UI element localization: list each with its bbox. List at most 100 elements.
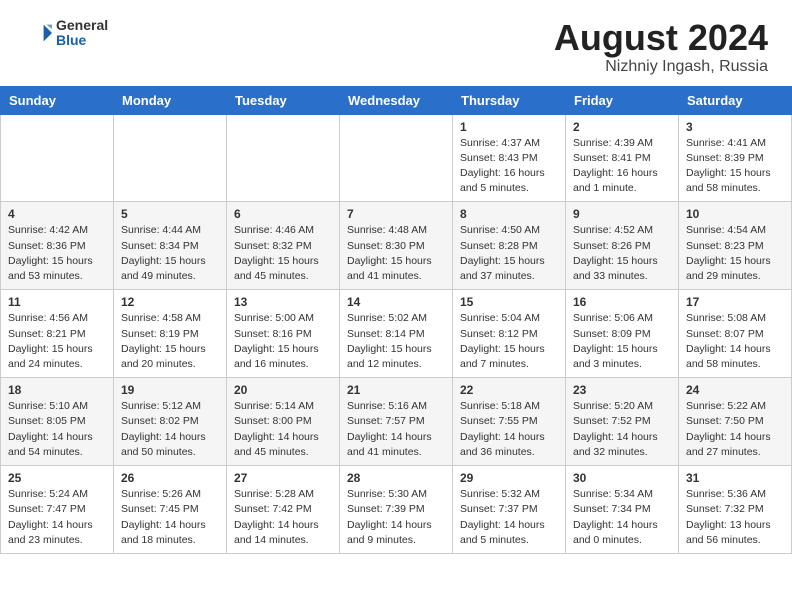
day-info: Sunrise: 4:41 AMSunset: 8:39 PMDaylight:… [686, 136, 784, 197]
day-info: Sunrise: 4:44 AMSunset: 8:34 PMDaylight:… [121, 223, 219, 284]
day-info: Sunrise: 5:06 AMSunset: 8:09 PMDaylight:… [573, 311, 671, 372]
calendar-cell: 30 Sunrise: 5:34 AMSunset: 7:34 PMDayligh… [566, 466, 679, 554]
day-number: 28 [347, 471, 445, 485]
day-info: Sunrise: 4:58 AMSunset: 8:19 PMDaylight:… [121, 311, 219, 372]
day-number: 7 [347, 207, 445, 221]
day-number: 23 [573, 383, 671, 397]
day-number: 15 [460, 295, 558, 309]
col-header-tuesday: Tuesday [227, 86, 340, 114]
day-number: 27 [234, 471, 332, 485]
location: Nizhniy Ingash, Russia [554, 58, 768, 76]
day-info: Sunrise: 5:32 AMSunset: 7:37 PMDaylight:… [460, 487, 558, 548]
day-number: 4 [8, 207, 106, 221]
calendar-cell: 15 Sunrise: 5:04 AMSunset: 8:12 PMDayligh… [453, 290, 566, 378]
calendar-cell: 17Sunrise: 5:08 AMSunset: 8:07 PMDayligh… [679, 290, 792, 378]
day-info: Sunrise: 5:12 AMSunset: 8:02 PMDaylight:… [121, 399, 219, 460]
day-number: 16 [573, 295, 671, 309]
logo-general-text: General [56, 18, 108, 33]
day-number: 26 [121, 471, 219, 485]
day-info: Sunrise: 5:24 AMSunset: 7:47 PMDaylight:… [8, 487, 106, 548]
logo-icon [24, 19, 52, 47]
calendar-cell: 2 Sunrise: 4:39 AMSunset: 8:41 PMDaylight… [566, 114, 679, 202]
day-number: 30 [573, 471, 671, 485]
calendar-header-row: SundayMondayTuesdayWednesdayThursdayFrid… [1, 86, 792, 114]
calendar-cell: 13 Sunrise: 5:00 AMSunset: 8:16 PMDayligh… [227, 290, 340, 378]
day-info: Sunrise: 5:30 AMSunset: 7:39 PMDaylight:… [347, 487, 445, 548]
day-number: 13 [234, 295, 332, 309]
day-info: Sunrise: 5:28 AMSunset: 7:42 PMDaylight:… [234, 487, 332, 548]
day-info: Sunrise: 4:46 AMSunset: 8:32 PMDaylight:… [234, 223, 332, 284]
calendar-cell: 3Sunrise: 4:41 AMSunset: 8:39 PMDaylight… [679, 114, 792, 202]
day-info: Sunrise: 5:10 AMSunset: 8:05 PMDaylight:… [8, 399, 106, 460]
day-number: 24 [686, 383, 784, 397]
day-info: Sunrise: 5:04 AMSunset: 8:12 PMDaylight:… [460, 311, 558, 372]
calendar-cell: 9 Sunrise: 4:52 AMSunset: 8:26 PMDaylight… [566, 202, 679, 290]
calendar-cell: 29 Sunrise: 5:32 AMSunset: 7:37 PMDayligh… [453, 466, 566, 554]
day-info: Sunrise: 5:34 AMSunset: 7:34 PMDaylight:… [573, 487, 671, 548]
calendar-cell: 28 Sunrise: 5:30 AMSunset: 7:39 PMDayligh… [340, 466, 453, 554]
day-number: 31 [686, 471, 784, 485]
day-number: 29 [460, 471, 558, 485]
day-info: Sunrise: 4:52 AMSunset: 8:26 PMDaylight:… [573, 223, 671, 284]
logo: General Blue [24, 18, 108, 49]
col-header-saturday: Saturday [679, 86, 792, 114]
calendar-cell: 11Sunrise: 4:56 AMSunset: 8:21 PMDayligh… [1, 290, 114, 378]
day-info: Sunrise: 5:20 AMSunset: 7:52 PMDaylight:… [573, 399, 671, 460]
calendar-cell: 8 Sunrise: 4:50 AMSunset: 8:28 PMDaylight… [453, 202, 566, 290]
calendar-table: SundayMondayTuesdayWednesdayThursdayFrid… [0, 86, 792, 554]
day-info: Sunrise: 4:50 AMSunset: 8:28 PMDaylight:… [460, 223, 558, 284]
day-number: 20 [234, 383, 332, 397]
calendar-cell: 1 Sunrise: 4:37 AMSunset: 8:43 PMDaylight… [453, 114, 566, 202]
calendar-cell: 18 Sunrise: 5:10 AMSunset: 8:05 PMDayligh… [1, 378, 114, 466]
day-number: 18 [8, 383, 106, 397]
day-info: Sunrise: 4:48 AMSunset: 8:30 PMDaylight:… [347, 223, 445, 284]
day-number: 9 [573, 207, 671, 221]
calendar-cell [340, 114, 453, 202]
day-number: 22 [460, 383, 558, 397]
logo-blue-text: Blue [56, 33, 108, 48]
calendar-cell: 27 Sunrise: 5:28 AMSunset: 7:42 PMDayligh… [227, 466, 340, 554]
day-number: 14 [347, 295, 445, 309]
col-header-wednesday: Wednesday [340, 86, 453, 114]
calendar-cell: 23 Sunrise: 5:20 AMSunset: 7:52 PMDayligh… [566, 378, 679, 466]
day-info: Sunrise: 5:14 AMSunset: 8:00 PMDaylight:… [234, 399, 332, 460]
day-number: 12 [121, 295, 219, 309]
calendar-cell: 5Sunrise: 4:44 AMSunset: 8:34 PMDaylight… [114, 202, 227, 290]
day-number: 8 [460, 207, 558, 221]
logo-text: General Blue [56, 18, 108, 49]
day-info: Sunrise: 5:36 AMSunset: 7:32 PMDaylight:… [686, 487, 784, 548]
col-header-monday: Monday [114, 86, 227, 114]
day-info: Sunrise: 4:37 AMSunset: 8:43 PMDaylight:… [460, 136, 558, 197]
day-number: 21 [347, 383, 445, 397]
calendar-cell: 25Sunrise: 5:24 AMSunset: 7:47 PMDayligh… [1, 466, 114, 554]
calendar-cell: 20 Sunrise: 5:14 AMSunset: 8:00 PMDayligh… [227, 378, 340, 466]
week-row-4: 18 Sunrise: 5:10 AMSunset: 8:05 PMDayligh… [1, 378, 792, 466]
day-info: Sunrise: 5:22 AMSunset: 7:50 PMDaylight:… [686, 399, 784, 460]
calendar-cell: 21Sunrise: 5:16 AMSunset: 7:57 PMDayligh… [340, 378, 453, 466]
day-info: Sunrise: 5:26 AMSunset: 7:45 PMDaylight:… [121, 487, 219, 548]
calendar-cell [227, 114, 340, 202]
col-header-sunday: Sunday [1, 86, 114, 114]
col-header-thursday: Thursday [453, 86, 566, 114]
day-info: Sunrise: 4:42 AMSunset: 8:36 PMDaylight:… [8, 223, 106, 284]
calendar-cell: 4 Sunrise: 4:42 AMSunset: 8:36 PMDaylight… [1, 202, 114, 290]
day-info: Sunrise: 4:54 AMSunset: 8:23 PMDaylight:… [686, 223, 784, 284]
day-number: 6 [234, 207, 332, 221]
calendar-cell: 6 Sunrise: 4:46 AMSunset: 8:32 PMDaylight… [227, 202, 340, 290]
calendar-cell: 14 Sunrise: 5:02 AMSunset: 8:14 PMDayligh… [340, 290, 453, 378]
calendar-cell: 24 Sunrise: 5:22 AMSunset: 7:50 PMDayligh… [679, 378, 792, 466]
day-number: 10 [686, 207, 784, 221]
day-info: Sunrise: 5:00 AMSunset: 8:16 PMDaylight:… [234, 311, 332, 372]
day-number: 2 [573, 120, 671, 134]
week-row-3: 11Sunrise: 4:56 AMSunset: 8:21 PMDayligh… [1, 290, 792, 378]
calendar-cell: 7 Sunrise: 4:48 AMSunset: 8:30 PMDaylight… [340, 202, 453, 290]
day-info: Sunrise: 5:08 AMSunset: 8:07 PMDaylight:… [686, 311, 784, 372]
week-row-2: 4 Sunrise: 4:42 AMSunset: 8:36 PMDaylight… [1, 202, 792, 290]
day-info: Sunrise: 5:02 AMSunset: 8:14 PMDaylight:… [347, 311, 445, 372]
title-block: August 2024 Nizhniy Ingash, Russia [554, 18, 768, 76]
week-row-1: 1 Sunrise: 4:37 AMSunset: 8:43 PMDaylight… [1, 114, 792, 202]
day-number: 1 [460, 120, 558, 134]
day-info: Sunrise: 4:39 AMSunset: 8:41 PMDaylight:… [573, 136, 671, 197]
calendar-cell: 12 Sunrise: 4:58 AMSunset: 8:19 PMDayligh… [114, 290, 227, 378]
day-number: 19 [121, 383, 219, 397]
